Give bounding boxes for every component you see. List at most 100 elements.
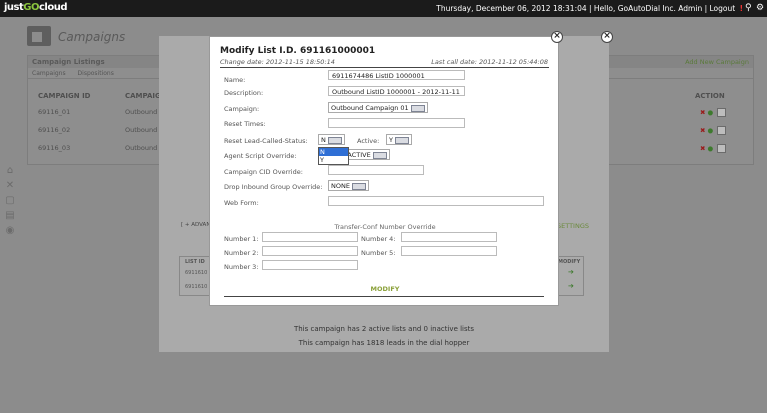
web-form-label: Web Form: [224,199,259,207]
active-select[interactable]: Y [386,134,412,145]
row-actions: ✖ ● [700,108,727,117]
list-row-id[interactable]: 6911610 [185,284,207,290]
number2-field[interactable] [262,246,358,256]
row-type: Outbound [125,126,158,134]
column-campaign-id[interactable]: CAMPAIGN ID [38,92,91,100]
left-toolbar: ⌂ ✕ ▢ ▤ ◉ [4,165,18,240]
settings-link[interactable]: SETTINGS [557,222,589,230]
name-field[interactable]: 6911674486 ListID 1000001 [328,70,465,80]
active-label: Active: [357,137,380,145]
search-icon[interactable]: ⚲ [745,3,752,13]
row-type: Outbound [125,108,158,116]
dropdown-option-y[interactable]: Y [319,156,348,164]
doc-icon[interactable]: ▤ [4,210,16,222]
campaign-label: Campaign: [224,105,260,113]
status-dot-icon: ● [707,108,714,117]
home-icon[interactable]: ⌂ [4,165,16,177]
row-actions: ✖ ● [700,126,727,135]
last-call-date: Last call date: 2012-11-12 05:44:08 [431,58,548,66]
reset-lead-label: Reset Lead-Called-Status: [224,137,308,145]
row-checkbox[interactable] [717,108,727,117]
campaign-select[interactable]: Outbound Campaign 01 [328,102,428,113]
number1-label: Number 1: [224,235,259,243]
description-field[interactable]: Outbound ListID 1000001 - 2012-11-11 [328,86,465,96]
advanced-toggle[interactable]: [ + ADVAN [181,222,210,228]
row-id[interactable]: 69116_01 [38,108,70,116]
change-date: Change date: 2012-11-15 18:50:14 [220,58,335,66]
number5-field[interactable] [401,246,497,256]
modal-title: Modify List I.D. 691161000001 [220,46,376,56]
top-info: Thursday, December 06, 2012 18:31:04 | H… [436,4,743,13]
chevron-down-icon [351,182,366,190]
chevron-down-icon [372,151,387,159]
campaign-cid-label: Campaign CID Override: [224,168,303,176]
tab-campaigns[interactable]: Campaigns [32,70,66,77]
divider [224,296,544,297]
page-icon[interactable]: ▢ [4,195,16,207]
status-dot-icon: ● [707,126,714,135]
row-actions: ✖ ● [700,144,727,153]
gear-icon[interactable]: ⚙ [756,3,764,13]
row-id[interactable]: 69116_03 [38,144,70,152]
modify-arrow-icon[interactable]: ➔ [568,282,574,290]
warning-icon[interactable]: ! [740,4,743,13]
transfer-section-title: Transfer-Conf Number Override [334,223,436,231]
agent-script-label: Agent Script Override: [224,152,297,160]
row-checkbox[interactable] [717,126,727,135]
page-title: Campaigns [58,30,126,44]
chevron-down-icon [327,136,342,144]
tools-icon[interactable]: ✕ [4,180,16,192]
status-dot-icon: ● [707,144,714,153]
modify-button[interactable]: MODIFY [210,285,560,293]
dropdown-option-n[interactable]: N [319,148,348,156]
modify-arrow-icon[interactable]: ➔ [568,268,574,276]
number5-label: Number 5: [361,249,396,257]
table-row[interactable]: 69116_02 Outbound ✖ ● [38,126,727,135]
chevron-down-icon [410,104,425,112]
list-row-id[interactable]: 6911610 [185,270,207,276]
description-label: Description: [224,89,264,97]
number1-field[interactable] [262,232,358,242]
top-info-text: Thursday, December 06, 2012 18:31:04 | H… [436,4,736,13]
reset-lead-dropdown[interactable]: N Y [318,147,349,165]
column-action[interactable]: ACTION [695,92,725,100]
column-modify: MODIFY [558,259,581,265]
reset-times-label: Reset Times: [224,120,266,128]
modify-list-modal: Modify List I.D. 691161000001 Change dat… [209,36,559,306]
table-row[interactable]: 69116_01 Outbound ✖ ● [38,108,727,117]
drop-inbound-value: NONE [331,182,350,190]
name-label: Name: [224,76,246,84]
web-form-field[interactable] [328,196,544,206]
chevron-down-icon [394,136,409,144]
reset-lead-value: N [321,136,326,144]
settings-icon[interactable]: ◉ [4,225,16,237]
campaign-select-value: Outbound Campaign 01 [331,104,409,112]
row-type: Outbound [125,144,158,152]
drop-inbound-select[interactable]: NONE [328,180,369,191]
reset-times-field[interactable] [328,118,465,128]
table-row[interactable]: 69116_03 Outbound ✖ ● [38,144,727,153]
add-new-campaign-link[interactable]: Add New Campaign [685,58,749,66]
overlay-close-button[interactable]: × [601,31,613,43]
number3-label: Number 3: [224,263,259,271]
row-checkbox[interactable] [717,144,727,153]
modal-close-button[interactable]: × [551,31,563,43]
column-list-id: LIST ID [185,259,205,265]
divider [220,67,549,68]
campaign-cid-field[interactable] [328,165,424,175]
tab-dispositions[interactable]: Dispositions [78,70,114,77]
number4-field[interactable] [401,232,497,242]
delete-icon[interactable]: ✖ [700,145,705,153]
number3-field[interactable] [262,260,358,270]
number2-label: Number 2: [224,249,259,257]
reset-lead-select[interactable]: N [318,134,345,145]
delete-icon[interactable]: ✖ [700,109,705,117]
active-lists-text: This campaign has 2 active lists and 0 i… [293,325,475,333]
folder-icon [27,26,51,46]
delete-icon[interactable]: ✖ [700,127,705,135]
logo: justGOcloud [4,2,68,13]
drop-inbound-label: Drop Inbound Group Override: [224,183,323,191]
top-bar: justGOcloud Thursday, December 06, 2012 … [0,0,767,17]
active-value: Y [389,136,393,144]
row-id[interactable]: 69116_02 [38,126,70,134]
